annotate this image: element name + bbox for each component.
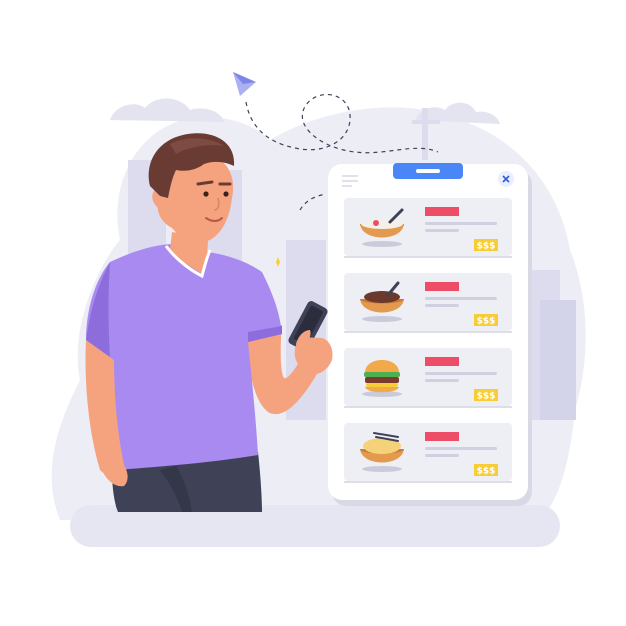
food-ordering-app-illustration: $$$ $$$ $$$ $$$ xyxy=(51,72,586,547)
building xyxy=(540,300,576,420)
dish-title-bar xyxy=(425,282,459,291)
illustration-canvas: $$$ $$$ $$$ $$$ xyxy=(0,0,626,626)
dish-title-bar xyxy=(425,357,459,366)
food-app-card: $$$ $$$ $$$ $$$ xyxy=(328,163,532,506)
menu-item-card[interactable]: $$$ xyxy=(344,348,512,408)
price-label: $$$ xyxy=(477,242,496,252)
dish-description-line xyxy=(425,222,497,225)
dish-description-line xyxy=(425,379,459,382)
paper-plane-icon xyxy=(233,72,256,96)
dish-description-line xyxy=(425,454,459,457)
plate-shadow xyxy=(362,241,402,247)
app-header-pill-bar xyxy=(416,169,440,173)
price-label: $$$ xyxy=(477,392,496,402)
price-badge: $$$ xyxy=(474,389,498,402)
menu-item-divider xyxy=(344,481,512,483)
price-label: $$$ xyxy=(477,467,496,477)
eye xyxy=(223,191,229,197)
menu-item-divider xyxy=(344,331,512,333)
menu-item-card[interactable]: $$$ xyxy=(344,198,512,258)
price-badge: $$$ xyxy=(474,239,498,252)
dish-description-line xyxy=(425,447,497,450)
plate-shadow xyxy=(362,466,402,472)
cloud xyxy=(110,98,224,122)
eye xyxy=(203,191,209,197)
price-label: $$$ xyxy=(477,317,496,327)
dish-description-line xyxy=(425,297,497,300)
dish-title-bar xyxy=(425,207,459,216)
dish-description-line xyxy=(425,229,459,232)
dish-title-bar xyxy=(425,432,459,441)
menu-item-card[interactable]: $$$ xyxy=(344,423,512,483)
plate-shadow xyxy=(362,316,402,322)
dish-description-line xyxy=(425,304,459,307)
eyebrow xyxy=(196,180,214,186)
price-badge: $$$ xyxy=(474,464,498,477)
close-icon[interactable] xyxy=(498,171,514,187)
price-badge: $$$ xyxy=(474,314,498,327)
dish-description-line xyxy=(425,372,497,375)
menu-item-divider xyxy=(344,406,512,408)
menu-item-divider xyxy=(344,256,512,258)
menu-item-card[interactable]: $$$ xyxy=(344,273,512,333)
